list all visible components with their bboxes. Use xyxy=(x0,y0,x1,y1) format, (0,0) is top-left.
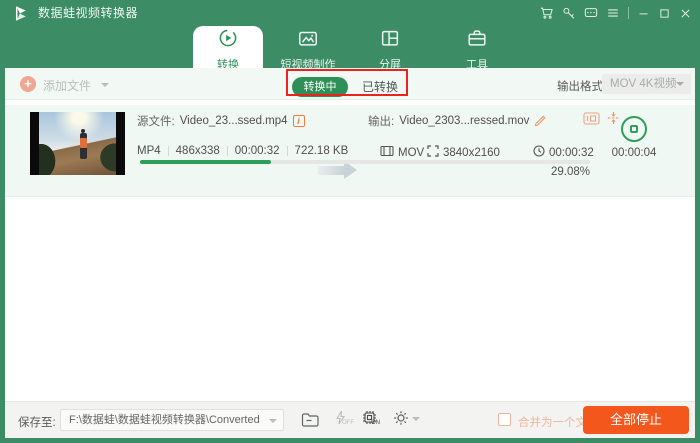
flash-acceleration-icon[interactable]: OFF xyxy=(335,410,346,430)
feedback-icon[interactable] xyxy=(584,6,598,20)
source-label: 源文件: xyxy=(137,113,175,129)
gpu-chip-icon[interactable]: ON xyxy=(362,410,377,430)
hiker-figure xyxy=(80,133,87,159)
settings-gear-icon[interactable] xyxy=(393,410,409,431)
save-to-label: 保存至: xyxy=(18,414,56,430)
output-file-line: 输出: Video_2303...ressed.mov xyxy=(368,113,547,129)
source-file-line: 源文件: Video_23...ssed.mp4 i xyxy=(137,113,305,129)
output-format-label: 输出格式: xyxy=(557,78,606,94)
app-logo-icon xyxy=(13,5,30,22)
film-icon xyxy=(380,145,394,160)
tab-convert[interactable]: 转换 xyxy=(188,27,268,68)
settings-caret-icon[interactable] xyxy=(412,417,420,421)
source-format: MP4 xyxy=(137,145,161,157)
maximize-button[interactable] xyxy=(658,7,671,20)
footer-bar: 保存至: F:\数据蛙\数据蛙视频转换器\Converted OFF ON 合并… xyxy=(5,401,695,438)
progress-bar xyxy=(140,160,590,164)
source-resolution: 486x338 xyxy=(176,145,220,157)
progress-percent: 29.08% xyxy=(490,166,590,178)
source-size: 722.18 KB xyxy=(295,145,349,157)
content-area: + 添加文件 转换中 已转换 输出格式: MOV 4K视频 源文件: Video… xyxy=(5,68,695,438)
output-label: 输出: xyxy=(368,113,394,129)
tools-icon xyxy=(466,27,488,54)
output-resolution-text: 3840x2160 xyxy=(443,147,500,159)
thumbnail-image xyxy=(39,112,116,175)
app-title: 数据蛙视频转换器 xyxy=(38,0,138,26)
output-format-group: MOV xyxy=(380,145,424,160)
convert-icon xyxy=(217,27,239,54)
video-thumbnail xyxy=(30,112,125,175)
expand-icon xyxy=(427,145,439,160)
output-format-caret-icon xyxy=(676,82,684,86)
source-duration: 00:00:32 xyxy=(235,145,280,157)
edit-pencil-icon[interactable] xyxy=(534,113,547,129)
output-duration-text: 00:00:32 xyxy=(549,147,594,159)
toolbar: + 添加文件 转换中 已转换 输出格式: MOV 4K视频 xyxy=(5,68,695,100)
open-folder-button[interactable] xyxy=(301,412,320,432)
add-files-caret-icon[interactable] xyxy=(101,83,109,87)
stop-icon xyxy=(630,125,638,133)
close-button[interactable] xyxy=(679,7,692,20)
tab-split-screen[interactable]: 分屏 xyxy=(350,27,430,68)
split-merge-icon[interactable] xyxy=(607,111,620,130)
output-resolution-group: 3840x2160 xyxy=(427,145,500,160)
elapsed-time: 00:00:04 xyxy=(609,147,659,159)
tab-short-video[interactable]: 短视频制作 xyxy=(268,27,348,68)
source-filename: Video_23...ssed.mp4 xyxy=(180,115,288,127)
row-mini-icons xyxy=(583,111,620,130)
save-path-value: F:\数据蛙\数据蛙视频转换器\Converted xyxy=(69,414,260,426)
output-format-text: MOV xyxy=(398,147,424,159)
filter-tab-converting[interactable]: 转换中 xyxy=(292,77,348,97)
save-path-caret-icon xyxy=(269,419,277,423)
subtitle-track-icon[interactable] xyxy=(583,112,600,130)
add-files-icon: + xyxy=(20,76,36,92)
add-files-button[interactable]: 添加文件 xyxy=(43,77,91,94)
filter-tab-converted[interactable]: 已转换 xyxy=(362,78,398,95)
clock-icon xyxy=(533,145,545,160)
app-window: 数据蛙视频转换器 转换 短视频制作 分屏 工具 + 添加文件 xyxy=(0,0,700,443)
minimize-button[interactable] xyxy=(637,7,650,20)
output-format-value: MOV 4K视频 xyxy=(610,78,676,90)
output-duration-group: 00:00:32 xyxy=(533,145,594,160)
split-screen-icon xyxy=(379,27,401,54)
chip-state-text: ON xyxy=(371,420,380,426)
short-video-icon xyxy=(297,27,319,54)
tab-tools[interactable]: 工具 xyxy=(437,27,517,68)
cart-icon[interactable] xyxy=(540,6,554,20)
output-format-select[interactable]: MOV 4K视频 xyxy=(602,74,691,94)
titlebar-divider xyxy=(628,7,629,19)
merge-checkbox[interactable] xyxy=(498,413,511,426)
output-filename: Video_2303...ressed.mov xyxy=(399,115,529,127)
flash-state-text: OFF xyxy=(342,420,354,426)
save-path-input[interactable]: F:\数据蛙\数据蛙视频转换器\Converted xyxy=(60,409,284,431)
key-icon[interactable] xyxy=(562,6,576,20)
stop-all-button[interactable]: 全部停止 xyxy=(583,406,689,434)
source-details: MP4 486x338 00:00:32 722.18 KB xyxy=(137,145,348,157)
titlebar: 数据蛙视频转换器 xyxy=(0,0,700,26)
conversion-task-row: 源文件: Video_23...ssed.mp4 i MP4 486x338 0… xyxy=(5,105,695,197)
menu-icon[interactable] xyxy=(606,6,620,20)
info-icon[interactable]: i xyxy=(293,115,305,127)
progress-fill xyxy=(140,160,271,164)
stop-task-button[interactable] xyxy=(621,116,647,142)
